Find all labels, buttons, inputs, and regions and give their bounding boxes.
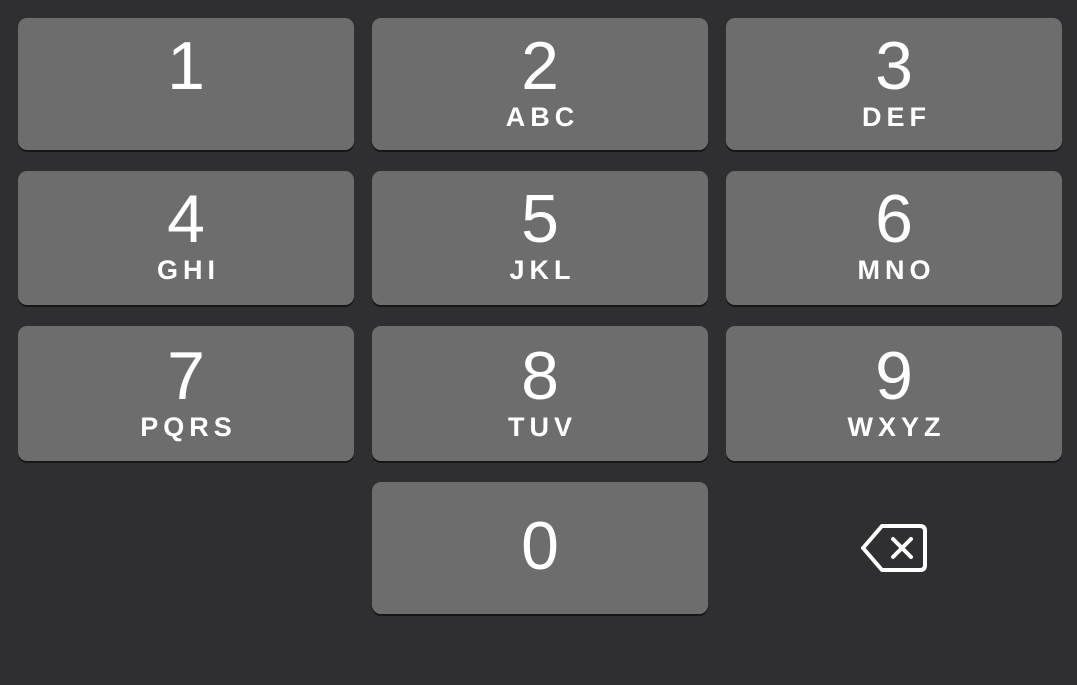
delete-backspace-icon (861, 524, 927, 572)
key-digit: 1 (167, 28, 205, 104)
key-7[interactable]: 7 PQRS (18, 326, 354, 461)
key-6[interactable]: 6 MNO (726, 171, 1062, 305)
key-letters: GHI (156, 255, 220, 285)
key-digit: 9 (875, 338, 913, 414)
key-8[interactable]: 8 TUV (372, 326, 708, 461)
key-3[interactable]: 3 DEF (726, 18, 1062, 150)
key-digit: 7 (167, 338, 205, 414)
key-digit: 0 (521, 508, 559, 584)
key-0[interactable]: 0 (372, 482, 708, 614)
key-letters: DEF (862, 102, 931, 132)
key-4[interactable]: 4 GHI (18, 171, 354, 305)
key-digit: 8 (521, 338, 559, 414)
key-letters: MNO (857, 255, 936, 285)
key-letters: JKL (509, 255, 576, 285)
key-letters: TUV (508, 412, 577, 442)
key-5[interactable]: 5 JKL (372, 171, 708, 305)
delete-button[interactable] (726, 482, 1062, 614)
key-digit: 3 (875, 28, 913, 104)
key-letters: WXYZ (847, 412, 946, 442)
key-digit: 5 (521, 181, 559, 257)
key-1[interactable]: 1 (18, 18, 354, 150)
key-digit: 6 (875, 181, 913, 257)
key-digit: 2 (521, 28, 559, 104)
key-2[interactable]: 2 ABC (372, 18, 708, 150)
key-letters: PQRS (140, 412, 237, 442)
key-9[interactable]: 9 WXYZ (726, 326, 1062, 461)
key-letters: ABC (505, 102, 580, 132)
key-digit: 4 (167, 181, 205, 257)
numeric-keypad: 1 2 ABC 3 DEF 4 GHI 5 JKL 6 MNO 7 PQRS 8… (0, 0, 1077, 685)
